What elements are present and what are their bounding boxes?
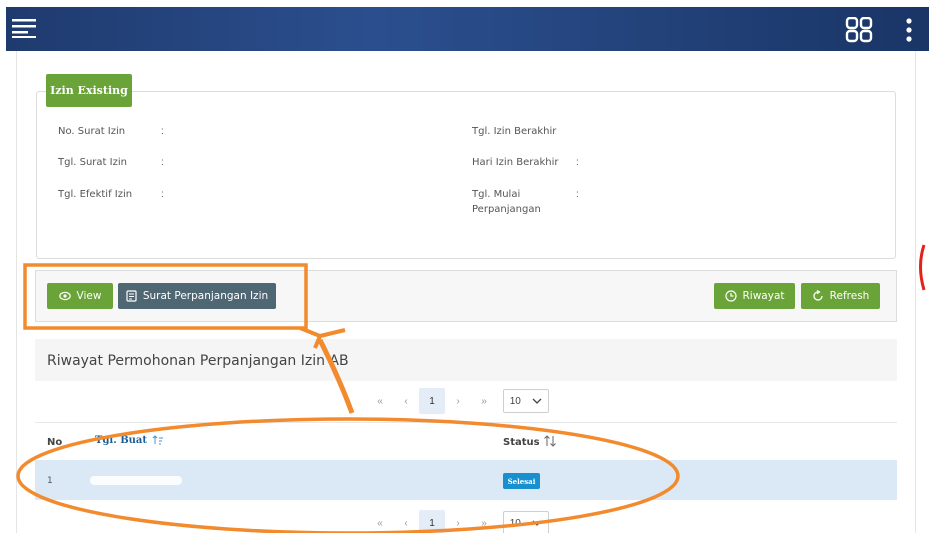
page-size-select[interactable]: 10: [503, 389, 549, 413]
pagination-top: « ‹ 1 › » 10: [367, 388, 549, 414]
page-size-select[interactable]: 10: [503, 511, 549, 533]
status-badge: Selesai: [503, 473, 540, 489]
page-1-button[interactable]: 1: [419, 388, 445, 414]
refresh-icon: [813, 290, 823, 301]
col-status[interactable]: Status: [503, 437, 540, 448]
document-icon: [126, 290, 137, 302]
colon: :: [161, 157, 164, 168]
grid-icon[interactable]: [845, 17, 873, 43]
colon: :: [161, 189, 164, 200]
colon: :: [576, 189, 579, 200]
refresh-label: Refresh: [829, 290, 870, 302]
chevron-down-icon: [532, 520, 542, 526]
label-no-surat: No. Surat Izin: [58, 126, 126, 137]
colon: :: [161, 126, 164, 137]
label-tgl-efektif: Tgl. Efektif Izin: [58, 189, 133, 200]
colon: :: [576, 157, 579, 168]
pagination-bottom: « ‹ 1 › » 10: [367, 510, 549, 533]
redacted-date: [90, 476, 182, 485]
view-button[interactable]: View: [47, 283, 113, 309]
top-bar: [6, 7, 929, 51]
page-size-value: 10: [509, 395, 521, 407]
riwayat-label: Riwayat: [742, 290, 785, 302]
view-label: View: [76, 290, 102, 302]
cell-no: 1: [47, 476, 53, 486]
label-tgl-mulai: Tgl. Mulai: [472, 189, 521, 200]
label-hari-berakhir: Hari Izin Berakhir: [472, 157, 559, 168]
tab-izin-existing[interactable]: Izin Existing: [46, 74, 132, 107]
table-head: [35, 422, 897, 460]
label-tgl-berakhir: Tgl. Izin Berakhir: [472, 126, 557, 137]
sort-icon[interactable]: [543, 435, 557, 447]
page-size-value: 10: [509, 517, 521, 529]
surat-perpanjangan-button[interactable]: Surat Perpanjangan Izin: [118, 283, 276, 309]
prev-page-button[interactable]: ‹: [393, 388, 419, 414]
prev-page-button[interactable]: ‹: [393, 510, 419, 533]
last-page-button[interactable]: »: [471, 510, 497, 533]
riwayat-button[interactable]: Riwayat: [714, 283, 795, 309]
eye-icon: [58, 291, 71, 301]
red-mark: [919, 244, 926, 291]
refresh-button[interactable]: Refresh: [801, 283, 880, 309]
table-title: Riwayat Permohonan Perpanjangan Izin AB: [47, 353, 349, 369]
menu-icon[interactable]: [12, 18, 38, 38]
first-page-button[interactable]: «: [367, 388, 393, 414]
next-page-button[interactable]: ›: [445, 388, 471, 414]
izin-info-card: [36, 91, 896, 259]
first-page-button[interactable]: «: [367, 510, 393, 533]
chevron-down-icon: [532, 398, 542, 404]
kebab-icon[interactable]: [902, 17, 916, 45]
clock-icon: [724, 290, 737, 302]
next-page-button[interactable]: ›: [445, 510, 471, 533]
label-perpanjangan: Perpanjangan: [472, 204, 541, 215]
col-tgl-buat[interactable]: Tgl. Buat: [95, 435, 147, 446]
label-tgl-surat: Tgl. Surat Izin: [58, 157, 127, 168]
surat-label: Surat Perpanjangan Izin: [142, 290, 269, 302]
page-1-button[interactable]: 1: [419, 510, 445, 533]
last-page-button[interactable]: »: [471, 388, 497, 414]
col-no: No: [47, 437, 63, 448]
sort-icon[interactable]: [152, 435, 164, 445]
